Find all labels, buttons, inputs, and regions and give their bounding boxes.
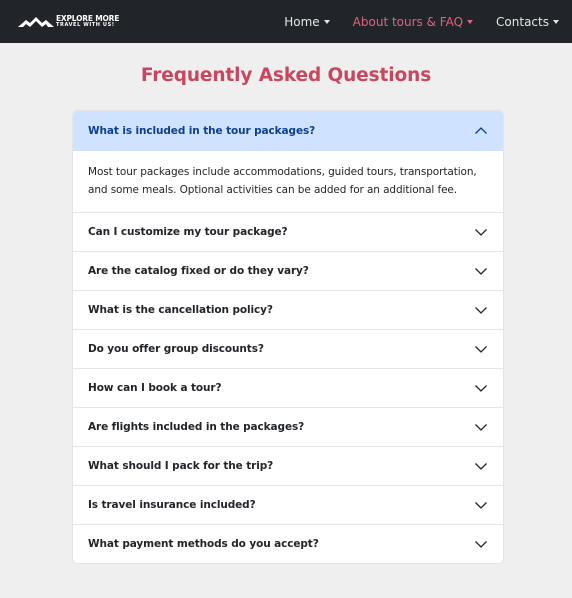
faq-item: Can I customize my tour package? — [73, 212, 503, 251]
caret-down-icon — [467, 20, 474, 24]
mountain-logo-icon — [18, 16, 54, 27]
faq-question-button[interactable]: What is the cancellation policy? — [73, 291, 503, 329]
chevron-down-icon — [475, 424, 487, 431]
chevron-down-icon — [475, 502, 487, 509]
faq-item: What payment methods do you accept? — [73, 524, 503, 563]
faq-question-button[interactable]: What should I pack for the trip? — [73, 447, 503, 485]
faq-answer: Most tour packages include accommodation… — [73, 150, 503, 212]
faq-item: What is included in the tour packages? M… — [73, 111, 503, 212]
faq-question: What should I pack for the trip? — [88, 460, 274, 472]
faq-question: Are the catalog fixed or do they vary? — [88, 265, 309, 277]
faq-question-button[interactable]: What payment methods do you accept? — [73, 525, 503, 563]
faq-question-button[interactable]: Are the catalog fixed or do they vary? — [73, 252, 503, 290]
faq-question-button[interactable]: How can I book a tour? — [73, 369, 503, 407]
faq-question: Can I customize my tour package? — [88, 226, 288, 238]
nav-item-label: Home — [284, 14, 320, 29]
chevron-down-icon — [475, 346, 487, 353]
faq-question: Is travel insurance included? — [88, 499, 256, 511]
nav-item-label: Contacts — [496, 14, 549, 29]
faq-question-button[interactable]: Can I customize my tour package? — [73, 213, 503, 251]
faq-question: What is the cancellation policy? — [88, 304, 273, 316]
chevron-down-icon — [475, 385, 487, 392]
faq-question: What payment methods do you accept? — [88, 538, 319, 550]
nav-item-home[interactable]: Home — [284, 14, 330, 29]
chevron-down-icon — [475, 541, 487, 548]
faq-item: Do you offer group discounts? — [73, 329, 503, 368]
faq-item: Are the catalog fixed or do they vary? — [73, 251, 503, 290]
brand-line-1: EXPLORE MORE — [56, 13, 120, 23]
faq-question-button[interactable]: Is travel insurance included? — [73, 486, 503, 524]
faq-question: What is included in the tour packages? — [88, 124, 316, 137]
brand-text: EXPLORE MORE TRAVEL WITH US! — [56, 15, 119, 29]
chevron-down-icon — [475, 307, 487, 314]
faq-question-button[interactable]: What is included in the tour packages? — [73, 111, 503, 150]
page-title: Frequently Asked Questions — [140, 65, 432, 86]
nav-item-about-tours-faq[interactable]: About tours & FAQ — [352, 14, 474, 29]
chevron-up-icon — [475, 126, 487, 134]
nav-menu: Home About tours & FAQ Contacts — [261, 15, 559, 29]
caret-down-icon — [553, 20, 559, 24]
faq-question-button[interactable]: Are flights included in the packages? — [73, 408, 503, 446]
faq-question: Do you offer group discounts? — [88, 343, 264, 355]
faq-item: Is travel insurance included? — [73, 485, 503, 524]
faq-item: How can I book a tour? — [73, 368, 503, 407]
faq-item: Are flights included in the packages? — [73, 407, 503, 446]
brand-logo[interactable]: EXPLORE MORE TRAVEL WITH US! — [18, 15, 119, 29]
navbar: EXPLORE MORE TRAVEL WITH US! Home About … — [0, 0, 572, 43]
nav-item-contacts[interactable]: Contacts — [496, 15, 559, 29]
faq-question: How can I book a tour? — [88, 382, 222, 394]
faq-item: What should I pack for the trip? — [73, 446, 503, 485]
nav-item-label: About tours & FAQ — [352, 14, 464, 29]
faq-accordion: What is included in the tour packages? M… — [72, 110, 504, 564]
chevron-down-icon — [475, 463, 487, 470]
chevron-down-icon — [475, 268, 487, 275]
caret-down-icon — [323, 20, 330, 24]
faq-question: Are flights included in the packages? — [88, 421, 305, 433]
faq-item: What is the cancellation policy? — [73, 290, 503, 329]
chevron-down-icon — [475, 229, 487, 236]
brand-line-2: TRAVEL WITH US! — [56, 22, 115, 29]
faq-question-button[interactable]: Do you offer group discounts? — [73, 330, 503, 368]
